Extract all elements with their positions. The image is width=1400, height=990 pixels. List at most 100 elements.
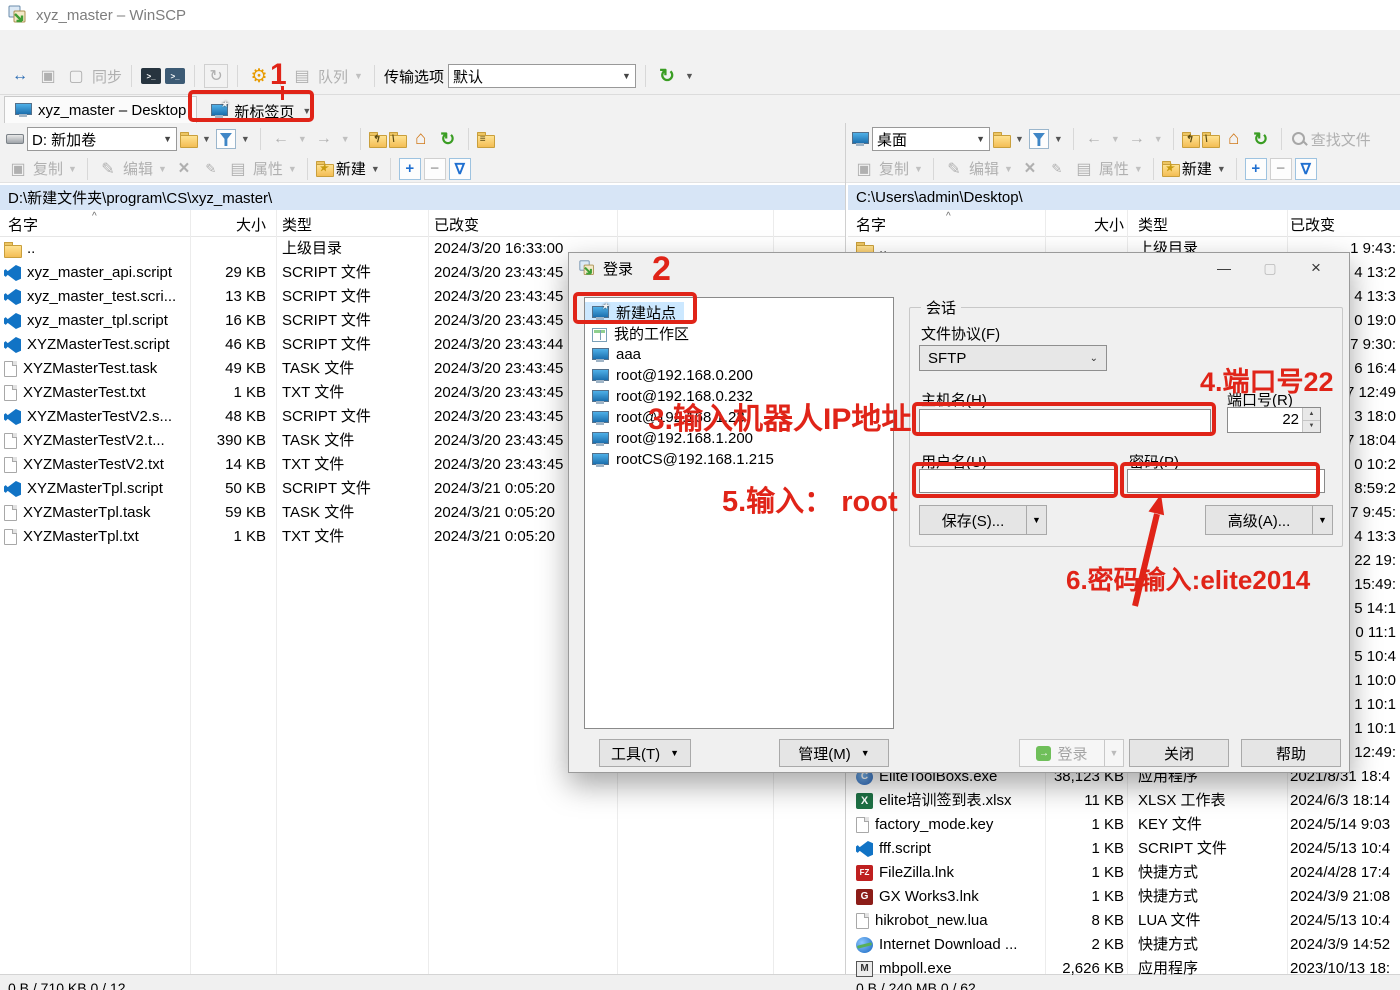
- port-spinner[interactable]: 22 ▲ ▼: [1227, 407, 1321, 433]
- console-new-icon[interactable]: >_: [165, 68, 185, 84]
- rename-session-icon[interactable]: ▢: [64, 64, 88, 88]
- file-row[interactable]: ★fff.script 1 KB SCRIPT 文件 2024/5/13 10:…: [848, 837, 1400, 861]
- column-header-changed[interactable]: 已改变: [434, 214, 479, 235]
- back-icon[interactable]: ←: [1082, 127, 1106, 151]
- menu-item[interactable]: [58, 41, 80, 47]
- transfer-refresh-icon[interactable]: ↻: [655, 64, 679, 88]
- help-button[interactable]: 帮助: [1241, 739, 1341, 767]
- manage-button[interactable]: 管理(M) ▼: [779, 739, 889, 767]
- host-input[interactable]: [919, 409, 1211, 433]
- username-input[interactable]: [919, 469, 1115, 493]
- deselect-minus-icon[interactable]: −: [424, 158, 446, 180]
- right-path-bar[interactable]: C:\Users\admin\Desktop\: [848, 185, 1400, 210]
- back-icon[interactable]: ←: [269, 127, 293, 151]
- home-directory-icon[interactable]: ⌂: [409, 127, 433, 151]
- forward-icon[interactable]: →: [1125, 127, 1149, 151]
- menu-item[interactable]: [168, 41, 190, 47]
- select-plus-icon[interactable]: +: [1245, 158, 1267, 180]
- site-tree-item[interactable]: ★ root@192.168.1.23: [585, 407, 753, 428]
- chevron-down-icon[interactable]: ▼: [1026, 506, 1046, 534]
- menu-item[interactable]: [80, 41, 102, 47]
- tab-active-session[interactable]: xyz_master – Desktop: [4, 96, 197, 123]
- refresh-icon[interactable]: ↻: [436, 127, 460, 151]
- deselect-minus-icon[interactable]: −: [1270, 158, 1292, 180]
- close-icon[interactable]: ×: [1293, 253, 1339, 283]
- advanced-button[interactable]: 高级(A)... ▼: [1205, 505, 1333, 535]
- chevron-down-icon[interactable]: ▼: [1013, 134, 1026, 144]
- spin-down-icon[interactable]: ▼: [1303, 421, 1320, 433]
- chevron-down-icon[interactable]: ▼: [1132, 164, 1145, 174]
- minimize-icon[interactable]: —: [1201, 253, 1247, 283]
- file-row[interactable]: ★mbpoll.exe 2,626 KB 应用程序 2023/10/13 18:: [848, 957, 1400, 981]
- rename-icon[interactable]: ✎: [1045, 157, 1069, 181]
- menu-item[interactable]: [102, 41, 124, 47]
- open-directory-icon[interactable]: [180, 132, 197, 147]
- column-header-changed[interactable]: 已改变: [1290, 214, 1335, 235]
- properties-button[interactable]: 属性: [1099, 158, 1129, 179]
- close-button[interactable]: 关闭: [1129, 739, 1229, 767]
- chevron-down-icon[interactable]: ▼: [66, 164, 79, 174]
- chevron-down-icon[interactable]: ▼: [239, 134, 252, 144]
- copy-button[interactable]: 复制: [879, 158, 909, 179]
- delete-icon[interactable]: ×: [172, 157, 196, 181]
- site-tree-item[interactable]: ★ 新建站点: [585, 302, 684, 323]
- site-tree-item[interactable]: ★ aaa: [585, 344, 649, 365]
- filter-icon[interactable]: [1029, 129, 1049, 149]
- chevron-down-icon[interactable]: ▼: [1215, 164, 1228, 174]
- file-row[interactable]: ★Internet Download ... 2 KB 快捷方式 2024/3/…: [848, 933, 1400, 957]
- queue-button[interactable]: 队列: [318, 66, 348, 87]
- chevron-down-icon[interactable]: ▼: [1312, 506, 1332, 534]
- transfer-refresh-caret[interactable]: ▼: [683, 71, 696, 81]
- sync-button[interactable]: 同步: [92, 66, 122, 87]
- delete-icon[interactable]: ×: [1018, 157, 1042, 181]
- site-tree-item[interactable]: ★ rootCS@192.168.1.215: [585, 449, 782, 470]
- selection-filter-icon[interactable]: ∇: [449, 158, 471, 180]
- rename-icon[interactable]: ✎: [199, 157, 223, 181]
- transfer-preset-combo[interactable]: 默认 ▼: [448, 64, 636, 88]
- file-row[interactable]: ★hikrobot_new.lua 8 KB LUA 文件 2024/5/13 …: [848, 909, 1400, 933]
- home-directory-icon[interactable]: ⌂: [1222, 127, 1246, 151]
- menu-item[interactable]: [146, 41, 168, 47]
- select-plus-icon[interactable]: +: [399, 158, 421, 180]
- site-tree-item[interactable]: ★ root@192.168.0.200: [585, 365, 761, 386]
- file-row[interactable]: ★FileZilla.lnk 1 KB 快捷方式 2024/4/28 17:4: [848, 861, 1400, 885]
- site-tree-item[interactable]: ★ 我的工作区: [585, 323, 697, 344]
- column-header-size[interactable]: 大小: [190, 214, 266, 235]
- parent-directory-icon[interactable]: ↰: [1182, 132, 1199, 147]
- directory-tree-icon[interactable]: ≡: [477, 132, 494, 147]
- chevron-down-icon[interactable]: ▼: [296, 134, 309, 144]
- chevron-down-icon[interactable]: ▼: [200, 134, 213, 144]
- left-path-bar[interactable]: D:\新建文件夹\program\CS\xyz_master\: [0, 185, 845, 210]
- console-icon[interactable]: >_: [141, 68, 161, 84]
- forward-icon[interactable]: →: [312, 127, 336, 151]
- chevron-down-icon[interactable]: ▼: [339, 134, 352, 144]
- filter-icon[interactable]: [216, 129, 236, 149]
- find-files-button[interactable]: 查找文件: [1311, 129, 1371, 150]
- refresh-icon[interactable]: ↻: [1249, 127, 1273, 151]
- open-directory-icon[interactable]: [993, 132, 1010, 147]
- column-header-type[interactable]: 类型: [1138, 214, 1168, 235]
- new-tab-button[interactable]: ★ 新标签页 ▼: [203, 99, 321, 123]
- root-directory-icon[interactable]: \: [1202, 132, 1219, 147]
- parent-directory-icon[interactable]: ↰: [369, 132, 386, 147]
- copy-button[interactable]: 复制: [33, 158, 63, 179]
- chevron-down-icon[interactable]: ▼: [369, 164, 382, 174]
- root-directory-icon[interactable]: \: [389, 132, 406, 147]
- chevron-down-icon[interactable]: ▼: [1002, 164, 1015, 174]
- preferences-gear-icon[interactable]: ⚙: [247, 64, 271, 88]
- left-drive-combo[interactable]: D: 新加卷 ▼: [27, 127, 177, 151]
- properties-button[interactable]: 属性: [253, 158, 283, 179]
- split-view-icon[interactable]: ↔: [8, 64, 32, 88]
- queue-dropdown-caret[interactable]: ▼: [352, 71, 365, 81]
- edit-button[interactable]: 编辑: [969, 158, 999, 179]
- column-header-name[interactable]: 名字: [8, 214, 38, 235]
- file-row[interactable]: ★GX Works3.lnk 1 KB 快捷方式 2024/3/9 21:08: [848, 885, 1400, 909]
- site-tree-item[interactable]: ★ root@192.168.0.232: [585, 386, 761, 407]
- login-dropdown-caret[interactable]: ▼: [1104, 739, 1124, 767]
- spin-up-icon[interactable]: ▲: [1303, 408, 1320, 421]
- login-button[interactable]: → 登录: [1019, 739, 1105, 767]
- chevron-down-icon[interactable]: ▼: [1052, 134, 1065, 144]
- tools-button[interactable]: 工具(T) ▼: [599, 739, 691, 767]
- password-input[interactable]: [1127, 469, 1325, 493]
- maximize-icon[interactable]: ▢: [1247, 253, 1293, 283]
